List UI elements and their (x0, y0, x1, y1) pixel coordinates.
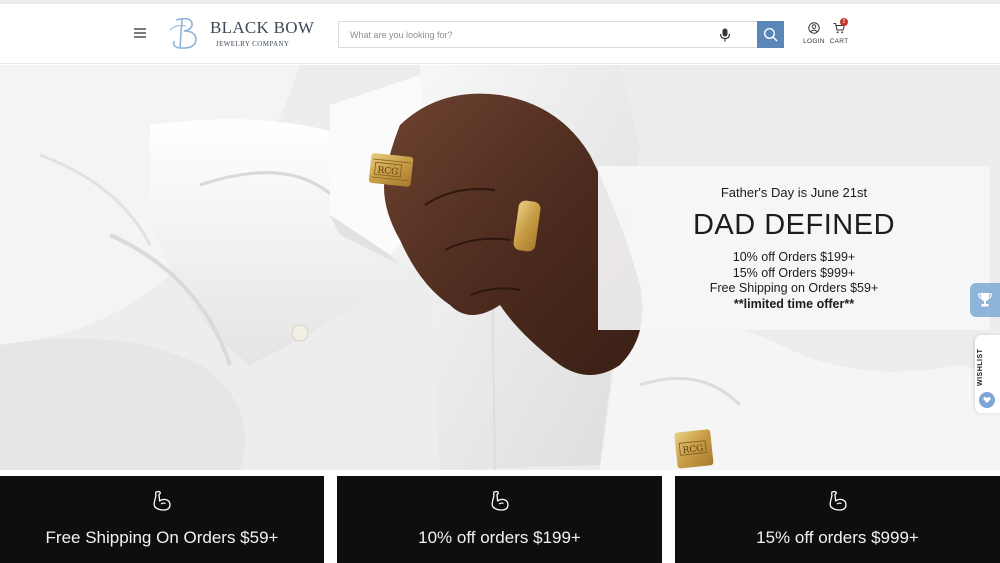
cart-label: CART (829, 38, 849, 45)
heart-icon (979, 392, 995, 408)
site-header: BLACK BOW JEWELRY COMPANY LOGIN (0, 4, 1000, 64)
user-icon (808, 22, 820, 34)
logo-monogram-icon (169, 17, 197, 49)
login-button[interactable]: LOGIN (802, 22, 826, 45)
search-bar (338, 21, 784, 48)
flexed-arm-icon (491, 490, 509, 511)
search-input[interactable] (339, 22, 709, 47)
trophy-icon (978, 293, 992, 307)
tile-text: Free Shipping On Orders $59+ (45, 528, 279, 547)
login-label: LOGIN (803, 38, 825, 45)
brand-subtitle: JEWELRY COMPANY (216, 40, 290, 48)
search-icon (763, 27, 778, 42)
rewards-tab[interactable] (970, 283, 1000, 317)
tile-text: 10% off orders $199+ (418, 528, 581, 547)
wishlist-tab[interactable]: WISHLIST (975, 335, 1000, 413)
tile-15-off[interactable]: 15% off orders $999+ (675, 476, 1000, 563)
promo-offer: Free Shipping on Orders $59+ (709, 281, 879, 295)
tile-10-off[interactable]: 10% off orders $199+ (337, 476, 662, 563)
promo-panel: Father's Day is June 21st DAD DEFINED 10… (598, 166, 990, 330)
menu-icon[interactable] (134, 26, 146, 38)
promo-headline: DAD DEFINED (692, 209, 896, 241)
search-button[interactable] (757, 21, 784, 48)
tile-free-shipping[interactable]: Free Shipping On Orders $59+ (0, 476, 324, 563)
promo-offer: 10% off Orders $199+ (732, 250, 856, 264)
flexed-arm-icon (829, 490, 847, 511)
flexed-arm-icon (153, 490, 171, 511)
promo-tiles: Free Shipping On Orders $59+ 10% off ord… (0, 476, 1000, 563)
brand-logo[interactable]: BLACK BOW JEWELRY COMPANY (166, 14, 314, 54)
promo-offer: 15% off Orders $999+ (732, 266, 856, 280)
tile-text: 15% off orders $999+ (756, 528, 919, 547)
wishlist-label: WISHLIST (977, 348, 984, 386)
microphone-icon[interactable] (719, 28, 731, 42)
promo-limited-note: **limited time offer** (733, 297, 855, 311)
brand-name: BLACK BOW (210, 18, 315, 37)
promo-eyebrow: Father's Day is June 21st (720, 185, 868, 200)
cart-button[interactable]: 2 CART (828, 18, 850, 45)
hero-banner[interactable]: RCG RCG Father's Day is June 21st DAD DE… (0, 65, 1000, 470)
cart-count-badge: 2 (840, 18, 848, 26)
